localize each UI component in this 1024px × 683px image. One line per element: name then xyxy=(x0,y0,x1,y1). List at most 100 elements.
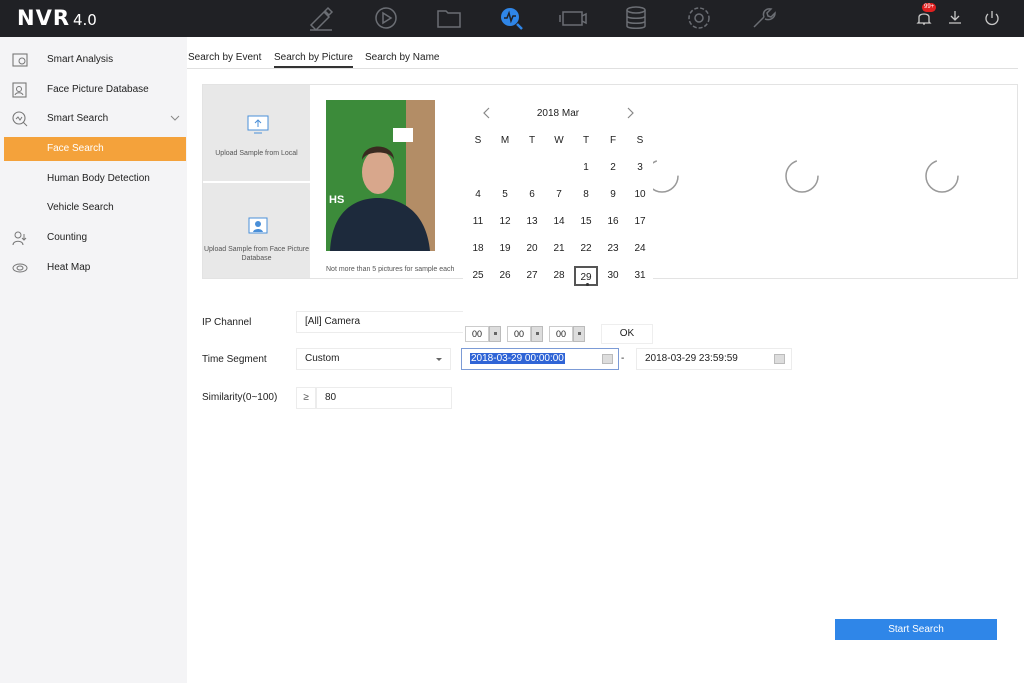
camera-icon[interactable] xyxy=(558,3,588,33)
calendar-day[interactable]: 16 xyxy=(601,212,625,232)
tab-search-by-name[interactable]: Search by Name xyxy=(365,52,439,63)
calendar-day-label: 1 xyxy=(583,162,589,173)
calendar-day[interactable]: 30 xyxy=(601,266,625,286)
calendar-day[interactable]: 23 xyxy=(601,239,625,259)
second-input[interactable]: 00 xyxy=(549,326,573,342)
calendar-day-label: 2 xyxy=(610,162,616,173)
end-time-field[interactable]: 2018-03-29 23:59:59 xyxy=(636,348,792,370)
power-icon[interactable] xyxy=(982,8,1002,28)
upload-monitor-icon xyxy=(247,115,269,135)
weekday-header: T xyxy=(528,135,536,146)
calendar-day-label: 30 xyxy=(607,270,619,281)
calendar-day-label: 16 xyxy=(607,216,619,227)
time-segment-label: Time Segment xyxy=(202,354,267,365)
calendar-day[interactable]: 10 xyxy=(628,185,652,205)
calendar-day[interactable]: 3 xyxy=(628,158,652,178)
weekday-header: S xyxy=(474,135,482,146)
calendar-day[interactable]: 28 xyxy=(547,266,571,286)
upload-local-button[interactable]: Upload Sample from Local xyxy=(203,85,310,181)
calendar-day[interactable]: 9 xyxy=(601,185,625,205)
start-time-field[interactable]: 2018-03-29 00:00:00 xyxy=(461,348,619,370)
calendar-day[interactable]: 5 xyxy=(493,185,517,205)
sidebar-item-heat-map[interactable]: Heat Map xyxy=(0,256,187,280)
calendar-icon[interactable] xyxy=(602,354,613,364)
calendar-icon[interactable] xyxy=(774,354,785,364)
download-icon[interactable] xyxy=(945,8,965,28)
configuration-icon[interactable] xyxy=(684,3,714,33)
calendar-day[interactable]: 1 xyxy=(574,158,598,178)
live-view-icon[interactable] xyxy=(306,3,336,33)
calendar-day-label: 17 xyxy=(634,216,646,227)
sidebar-item-face-picture-database[interactable]: Face Picture Database xyxy=(0,78,187,102)
playback-icon[interactable] xyxy=(371,3,401,33)
calendar-day[interactable]: 18 xyxy=(466,239,490,259)
calendar-day[interactable]: 4 xyxy=(466,185,490,205)
calendar-day[interactable]: 31 xyxy=(628,266,652,286)
similarity-operator: ≥ xyxy=(296,387,316,409)
calendar-day[interactable]: 11 xyxy=(466,212,490,232)
calendar-day[interactable]: 6 xyxy=(520,185,544,205)
storage-icon[interactable] xyxy=(621,3,651,33)
sample-overlay-text: HS xyxy=(329,194,345,206)
minute-input[interactable]: 00 xyxy=(507,326,531,342)
ip-channel-select[interactable]: [All] Camera xyxy=(296,311,466,333)
upload-database-button[interactable]: Upload Sample from Face Picture Database xyxy=(203,183,310,278)
weekday-header: S xyxy=(636,135,644,146)
calendar-day[interactable]: 26 xyxy=(493,266,517,286)
similarity-input[interactable]: 80 xyxy=(316,387,452,409)
calendar-day-label: 12 xyxy=(499,216,511,227)
loading-spinner-icon xyxy=(784,158,820,194)
tab-search-by-picture[interactable]: Search by Picture xyxy=(274,52,353,68)
calendar-day-label: 6 xyxy=(529,189,535,200)
hour-stepper[interactable] xyxy=(489,326,501,342)
tab-search-by-event[interactable]: Search by Event xyxy=(188,52,261,63)
file-management-icon[interactable] xyxy=(434,3,464,33)
calendar-day[interactable]: 15 xyxy=(574,212,598,232)
sidebar-item-vehicle-search[interactable]: Vehicle Search xyxy=(0,196,187,220)
calendar-day[interactable]: 13 xyxy=(520,212,544,232)
start-search-button[interactable]: Start Search xyxy=(835,619,997,640)
calendar-day[interactable]: 24 xyxy=(628,239,652,259)
calendar-day[interactable]: 22 xyxy=(574,239,598,259)
calendar-day-label: 10 xyxy=(634,189,646,200)
calendar-day-label: 9 xyxy=(610,189,616,200)
calendar-day[interactable]: 2 xyxy=(601,158,625,178)
calendar-day[interactable]: 8 xyxy=(574,185,598,205)
calendar-day-label: 27 xyxy=(526,270,538,281)
chevron-right-icon[interactable] xyxy=(624,106,636,120)
smart-analysis-icon[interactable] xyxy=(496,3,526,33)
sample-picture[interactable]: HS xyxy=(326,100,435,251)
calendar-day[interactable]: 25 xyxy=(466,266,490,286)
sidebar-item-smart-analysis[interactable]: Smart Analysis xyxy=(0,48,187,72)
hour-input[interactable]: 00 xyxy=(465,326,489,342)
app-logo: NVR 4.0 xyxy=(17,6,97,30)
ok-button[interactable]: OK xyxy=(601,324,653,344)
calendar-day[interactable]: 27 xyxy=(520,266,544,286)
sidebar-item-smart-search[interactable]: Smart Search xyxy=(0,107,187,131)
calendar-day-label: 5 xyxy=(502,189,508,200)
calendar-day-label: 26 xyxy=(499,270,511,281)
second-stepper[interactable] xyxy=(573,326,585,342)
chevron-down-icon[interactable] xyxy=(170,114,180,122)
calendar-day-label: 29 xyxy=(580,272,592,283)
ip-channel-label: IP Channel xyxy=(202,317,252,328)
calendar-day[interactable]: 17 xyxy=(628,212,652,232)
calendar-day-selected[interactable]: 29 xyxy=(574,266,598,286)
calendar-day-label: 14 xyxy=(553,216,565,227)
weekday-header: M xyxy=(500,135,510,146)
sidebar-item-counting[interactable]: Counting xyxy=(0,226,187,250)
minute-stepper[interactable] xyxy=(531,326,543,342)
calendar-day[interactable]: 21 xyxy=(547,239,571,259)
time-segment-select[interactable]: Custom xyxy=(296,348,451,370)
calendar-day[interactable]: 19 xyxy=(493,239,517,259)
calendar-day-label: 31 xyxy=(634,270,646,281)
calendar-day[interactable]: 7 xyxy=(547,185,571,205)
tab-divider xyxy=(187,68,1018,69)
heat-map-icon xyxy=(11,259,29,277)
sidebar-item-face-search[interactable]: Face Search xyxy=(4,137,186,161)
sidebar-item-human-body-detection[interactable]: Human Body Detection xyxy=(0,167,187,191)
calendar-day[interactable]: 14 xyxy=(547,212,571,232)
calendar-day[interactable]: 12 xyxy=(493,212,517,232)
maintenance-icon[interactable] xyxy=(748,3,778,33)
calendar-day[interactable]: 20 xyxy=(520,239,544,259)
